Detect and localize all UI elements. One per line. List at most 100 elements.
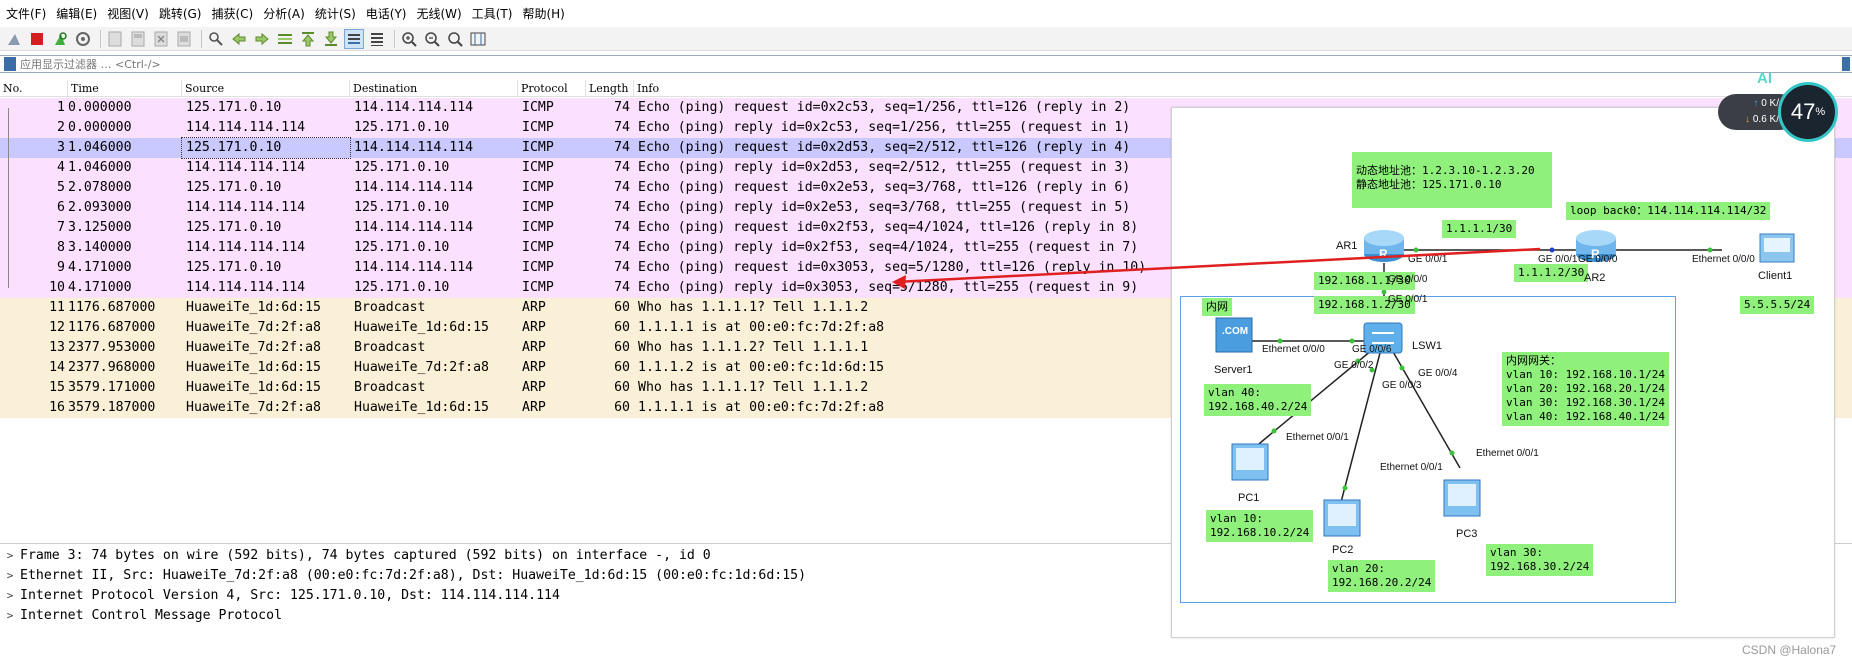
column-header-protocol[interactable]: Protocol: [518, 80, 586, 96]
back-icon[interactable]: [229, 29, 249, 49]
zoom-in-icon[interactable]: [399, 29, 419, 49]
packet-cell-len: 74: [614, 100, 630, 115]
bookmark-icon[interactable]: [4, 57, 16, 71]
packet-cell-time: 1176.687000: [68, 320, 156, 335]
lsw-ge003-label: GE 0/0/3: [1382, 380, 1422, 391]
normal-size-icon[interactable]: [445, 29, 465, 49]
detail-ipv4[interactable]: > Internet Protocol Version 4, Src: 125.1…: [0, 585, 560, 605]
menu-item[interactable]: 无线(W): [415, 5, 470, 22]
packet-cell-no: 13: [49, 340, 65, 355]
packet-cell-src: 125.171.0.10: [186, 180, 282, 195]
menu-item[interactable]: 分析(A): [261, 5, 313, 22]
cpu-usage-unit: %: [1815, 106, 1826, 118]
autoscroll-icon[interactable]: [344, 28, 364, 49]
colorize-icon[interactable]: [367, 29, 387, 49]
packet-cell-len: 74: [614, 140, 630, 155]
menu-item[interactable]: 统计(S): [313, 5, 364, 22]
packet-cell-proto: ARP: [522, 380, 546, 395]
packet-cell-src: 125.171.0.10: [181, 137, 351, 159]
menu-item[interactable]: 视图(V): [105, 5, 157, 22]
column-header-destination[interactable]: Destination: [350, 80, 518, 96]
shark-fin-icon[interactable]: [4, 29, 24, 49]
open-icon[interactable]: [105, 29, 125, 49]
forward-icon[interactable]: [252, 29, 272, 49]
packet-cell-src: 114.114.114.114: [186, 240, 306, 255]
packet-cell-dst: 125.171.0.10: [354, 280, 450, 295]
goto-icon[interactable]: [275, 29, 295, 49]
packet-cell-len: 74: [614, 120, 630, 135]
menu-item[interactable]: 文件(F): [4, 5, 54, 22]
menu-item[interactable]: 电话(Y): [364, 5, 415, 22]
packet-cell-time: 4.171000: [68, 280, 132, 295]
options-icon[interactable]: [73, 29, 93, 49]
packet-cell-len: 60: [614, 400, 630, 415]
detail-ethernet[interactable]: > Ethernet II, Src: HuaweiTe_7d:2f:a8 (00…: [0, 565, 806, 585]
server-vlan-box: vlan 40: 192.168.40.2/24: [1204, 384, 1312, 416]
packet-cell-len: 60: [614, 380, 630, 395]
packet-cell-src: HuaweiTe_7d:2f:a8: [186, 340, 321, 355]
find-icon[interactable]: [206, 29, 226, 49]
packet-cell-time: 0.000000: [68, 100, 132, 115]
menu-item[interactable]: 工具(T): [470, 5, 521, 22]
column-header-no[interactable]: No.: [0, 80, 68, 96]
packet-cell-len: 60: [614, 360, 630, 375]
network-monitor-widget[interactable]: ↑ 0 K/s ↓ 0.6 K/s 47%: [1718, 82, 1843, 142]
stop-icon[interactable]: [27, 29, 47, 49]
packet-cell-dst: 114.114.114.114: [354, 100, 474, 115]
packet-cell-proto: ICMP: [522, 280, 554, 295]
column-header-time[interactable]: Time: [68, 80, 182, 96]
last-icon[interactable]: [321, 29, 341, 49]
loopback-box: loop back0：114.114.114.114/32: [1566, 202, 1771, 220]
packet-cell-dst: 125.171.0.10: [354, 240, 450, 255]
packet-cell-time: 3579.171000: [68, 380, 156, 395]
download-speed: ↓ 0.6 K/s: [1724, 114, 1784, 125]
column-header-source[interactable]: Source: [182, 80, 350, 96]
packet-cell-proto: ICMP: [522, 160, 554, 175]
client-eth-label: Ethernet 0/0/0: [1692, 254, 1755, 265]
save-icon[interactable]: [128, 29, 148, 49]
ar2-label: AR2: [1584, 272, 1606, 284]
expand-arrow-icon[interactable]: >: [0, 609, 20, 622]
svg-text:R: R: [1379, 247, 1388, 261]
reload-icon[interactable]: [174, 29, 194, 49]
detail-ethernet-text: Ethernet II, Src: HuaweiTe_7d:2f:a8 (00:…: [20, 567, 807, 583]
zoom-out-icon[interactable]: [422, 29, 442, 49]
packet-cell-dst: HuaweiTe_1d:6d:15: [354, 320, 489, 335]
packet-cell-proto: ICMP: [522, 260, 554, 275]
pc3-vlan-box: vlan 30: 192.168.30.2/24: [1486, 544, 1594, 576]
menu-item[interactable]: 帮助(H): [520, 5, 572, 22]
watermark: CSDN @Halona7: [1742, 643, 1837, 657]
pc1-eth-label: Ethernet 0/0/1: [1286, 432, 1349, 443]
close-file-icon[interactable]: [151, 29, 171, 49]
packet-cell-src: 114.114.114.114: [186, 280, 306, 295]
menu-item[interactable]: 跳转(G): [157, 5, 210, 22]
lsw-ge002-label: GE 0/0/2: [1334, 360, 1374, 371]
packet-cell-proto: ICMP: [522, 100, 554, 115]
toolbar-separator: [100, 29, 101, 48]
column-header-length[interactable]: Length: [586, 80, 634, 96]
expand-arrow-icon[interactable]: >: [0, 549, 20, 562]
lan-title: 内网: [1202, 298, 1232, 316]
topology-diagram: R R 动态地址池：1.2.3.10-1.2.3.20 静态地址池：125.17…: [1171, 107, 1835, 638]
packet-cell-len: 74: [614, 180, 630, 195]
packet-cell-src: HuaweiTe_1d:6d:15: [186, 360, 321, 375]
packet-cell-no: 11: [49, 300, 65, 315]
first-icon[interactable]: [298, 29, 318, 49]
server-badge: .COM: [1222, 326, 1249, 337]
menu-item[interactable]: 编辑(E): [54, 5, 105, 22]
expand-arrow-icon[interactable]: >: [0, 589, 20, 602]
packet-cell-time: 2377.968000: [68, 360, 156, 375]
pc1-vlan-box: vlan 10: 192.168.10.2/24: [1206, 510, 1314, 542]
packet-cell-time: 1.046000: [68, 140, 132, 155]
detail-frame[interactable]: > Frame 3: 74 bytes on wire (592 bits), 7…: [0, 545, 711, 565]
column-header-info[interactable]: Info: [634, 80, 1852, 96]
restart-icon[interactable]: [50, 29, 70, 49]
expand-arrow-icon[interactable]: >: [0, 569, 20, 582]
filter-apply-icon[interactable]: [1842, 57, 1850, 71]
detail-icmp[interactable]: > Internet Control Message Protocol: [0, 605, 282, 625]
packet-cell-src: 114.114.114.114: [186, 120, 306, 135]
related-packets-bracket: [8, 108, 16, 288]
resize-columns-icon[interactable]: [468, 29, 488, 49]
display-filter-input[interactable]: [20, 57, 1842, 71]
menu-item[interactable]: 捕获(C): [209, 5, 261, 22]
